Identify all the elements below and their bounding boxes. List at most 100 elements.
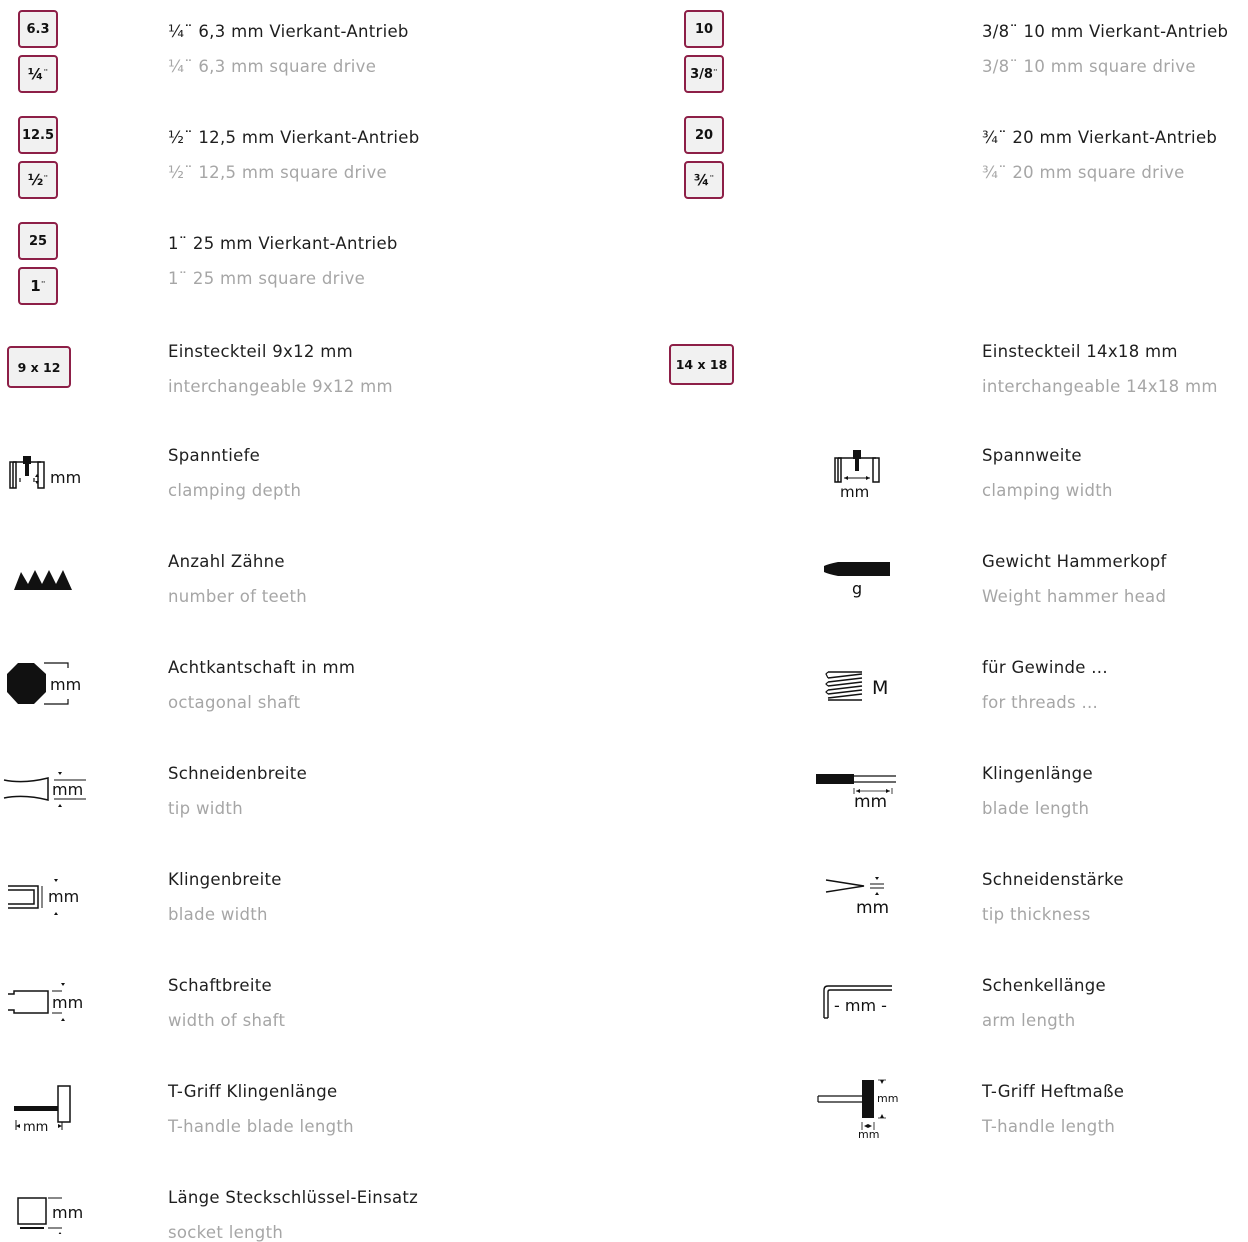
drive-size-box: 6.3: [18, 10, 58, 48]
symbol-label-en: T-handle blade length: [168, 1117, 354, 1136]
unit-text: mm: [52, 1203, 83, 1222]
insert-label-en: interchangeable 14x18 mm: [982, 377, 1218, 396]
thread-icon: M: [825, 671, 888, 701]
drive-label-de: ¼¨ 6,3 mm Vierkant-Antrieb: [168, 22, 409, 41]
blade-width-icon: mm: [8, 879, 79, 915]
tip-thickness-icon: mm: [825, 877, 889, 918]
symbol-label-en: width of shaft: [168, 1011, 286, 1030]
symbol-row-tip-thickness: mm Schneidenstärke tip thickness: [620, 864, 1248, 934]
clamping-width-icon: mm: [834, 450, 880, 500]
symbol-row-teeth: Anzahl Zähne number of teeth: [0, 546, 620, 616]
symbol-label-de: Anzahl Zähne: [168, 552, 285, 571]
symbol-label-de: T-Griff Heftmaße: [982, 1082, 1125, 1101]
drive-size-box: 25: [18, 222, 58, 260]
symbol-label-de: Spanntiefe: [168, 446, 261, 465]
unit-text: mm: [48, 887, 79, 906]
drive-inch-box: 3/8 ¨: [684, 55, 724, 93]
symbol-label-en: number of teeth: [168, 587, 307, 606]
drive-label-de: ½¨ 12,5 mm Vierkant-Antrieb: [168, 128, 420, 147]
symbol-label-de: T-Griff Klingenlänge: [168, 1082, 338, 1101]
unit-text: mm: [856, 898, 889, 918]
symbol-label-en: blade width: [168, 905, 268, 924]
symbol-label-de: für Gewinde ...: [982, 658, 1108, 677]
drive-label-en: 3/8¨ 10 mm square drive: [982, 57, 1196, 76]
unit-text: mm: [50, 675, 81, 694]
drive-label-de: 3/8¨ 10 mm Vierkant-Antrieb: [982, 22, 1229, 41]
t-handle-length-icon: mm mm: [817, 1079, 898, 1141]
unit-text: mm: [50, 468, 81, 487]
hammer-head-icon: g: [824, 562, 890, 598]
symbol-row-t-handle-blade: mm T-Griff Klingenlänge T-handle blade l…: [0, 1076, 620, 1146]
drive-inch-box: ¾ ¨: [684, 161, 724, 199]
unit-text: - mm -: [834, 996, 887, 1015]
symbol-label-en: tip thickness: [982, 905, 1091, 924]
drive-row-one: 25 1 ¨ 1¨ 25 mm Vierkant-Antrieb 1¨ 25 mm…: [0, 220, 620, 310]
symbol-row-clamping-depth: mm Spanntiefe clamping depth: [0, 440, 620, 510]
symbol-row-clamping-width: mm Spannweite clamping width: [620, 440, 1248, 510]
symbol-label-en: for threads ...: [982, 693, 1099, 712]
symbol-label-de: Achtkantschaft in mm: [168, 658, 356, 677]
unit-text: mm: [858, 1128, 879, 1141]
drive-row-quarter: 6.3 ¼ ¨ ¼¨ 6,3 mm Vierkant-Antrieb ¼¨ 6,3…: [0, 8, 620, 98]
symbol-row-t-handle-length: mm mm T-Griff Heftmaße T-handle length: [620, 1076, 1248, 1146]
drive-label-en: ¼¨ 6,3 mm square drive: [168, 57, 377, 76]
unit-text: mm: [52, 993, 83, 1012]
symbol-label-de: Schneidenbreite: [168, 764, 308, 783]
symbol-row-thread: M für Gewinde ... for threads ...: [620, 652, 1248, 722]
unit-text: mm: [52, 780, 83, 799]
symbol-label-de: Spannweite: [982, 446, 1082, 465]
insert-row-left: 9 x 12 Einsteckteil 9x12 mm interchangea…: [0, 330, 620, 400]
tip-width-icon: mm: [3, 772, 86, 807]
symbol-label-en: arm length: [982, 1011, 1076, 1030]
symbol-row-blade-length: mm Klingenlänge blade length: [620, 758, 1248, 828]
symbol-row-octagon: mm Achtkantschaft in mm octagonal shaft: [0, 652, 620, 722]
drive-inch-box: 1 ¨: [18, 267, 58, 305]
drive-size-box: 10: [684, 10, 724, 48]
symbol-row-hammer-head: g Gewicht Hammerkopf Weight hammer head: [620, 546, 1248, 616]
blade-length-icon: mm: [816, 774, 896, 812]
symbol-label-de: Schenkellänge: [982, 976, 1106, 995]
drive-size-box: 12.5: [18, 116, 58, 154]
insert-label-de: Einsteckteil 14x18 mm: [982, 342, 1178, 361]
symbol-row-tip-width: mm Schneidenbreite tip width: [0, 758, 620, 828]
unit-text: mm: [854, 792, 887, 812]
drive-inch-box: ½ ¨: [18, 161, 58, 199]
drive-label-en: ½¨ 12,5 mm square drive: [168, 163, 387, 182]
insert-row-right: 14 x 18 Einsteckteil 14x18 mm interchang…: [620, 330, 1248, 400]
insert-size-box: 9 x 12: [7, 346, 71, 388]
drive-label-de: ¾¨ 20 mm Vierkant-Antrieb: [982, 128, 1218, 147]
unit-text: M: [872, 677, 888, 699]
symbol-label-de: Klingenlänge: [982, 764, 1093, 783]
symbol-label-de: Gewicht Hammerkopf: [982, 552, 1167, 571]
symbol-label-de: Schaftbreite: [168, 976, 272, 995]
symbol-label-de: Schneidenstärke: [982, 870, 1124, 889]
symbol-label-en: socket length: [168, 1223, 284, 1242]
clamping-depth-icon: mm: [9, 456, 81, 489]
symbol-label-en: clamping depth: [168, 481, 302, 500]
t-handle-blade-icon: mm: [14, 1085, 71, 1134]
symbol-label-en: clamping width: [982, 481, 1113, 500]
drive-label-de: 1¨ 25 mm Vierkant-Antrieb: [168, 234, 398, 253]
drive-inch-box: ¼ ¨: [18, 55, 58, 93]
symbol-label-en: blade length: [982, 799, 1090, 818]
unit-text: mm: [877, 1092, 898, 1105]
socket-length-icon: mm: [17, 1194, 83, 1234]
symbol-row-socket-length: mm Länge Steckschlüssel-Einsatz socket l…: [0, 1182, 620, 1242]
symbol-row-shaft-width: mm Schaftbreite width of shaft: [0, 970, 620, 1040]
drive-label-en: ¾¨ 20 mm square drive: [982, 163, 1185, 182]
symbol-label-en: T-handle length: [982, 1117, 1116, 1136]
symbol-row-blade-width: mm Klingenbreite blade width: [0, 864, 620, 934]
unit-text: mm: [23, 1120, 48, 1134]
arm-length-icon: - mm -: [823, 985, 892, 1019]
insert-label-de: Einsteckteil 9x12 mm: [168, 342, 353, 361]
drive-size-box: 20: [684, 116, 724, 154]
insert-label-en: interchangeable 9x12 mm: [168, 377, 393, 396]
unit-text: mm: [840, 483, 869, 500]
teeth-icon: [14, 570, 72, 590]
drive-row-three-eighth: 10 3/8 ¨ 3/8¨ 10 mm Vierkant-Antrieb 3/8¨…: [620, 8, 1248, 98]
symbol-label-en: tip width: [168, 799, 243, 818]
symbol-label-en: octagonal shaft: [168, 693, 301, 712]
insert-size-box: 14 x 18: [669, 344, 734, 385]
unit-text: g: [852, 579, 862, 598]
drive-row-half: 12.5 ½ ¨ ½¨ 12,5 mm Vierkant-Antrieb ½¨ 1…: [0, 114, 620, 204]
